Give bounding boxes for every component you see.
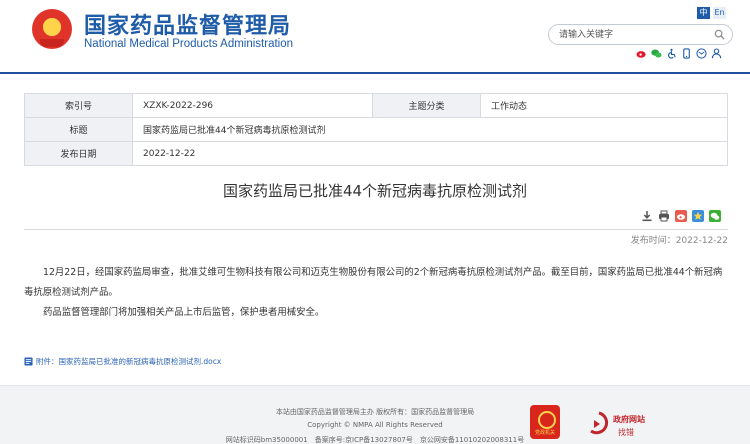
email-icon[interactable] (696, 48, 707, 59)
date-value: 2022-12-22 (132, 141, 728, 166)
site-header: 国家药品监督管理局 National Medical Products Admi… (0, 0, 750, 74)
article-divider (24, 229, 728, 230)
gov-find-label: 政府网站 (613, 415, 645, 424)
download-icon[interactable] (641, 210, 653, 222)
article-tools (641, 210, 721, 222)
wechat-icon[interactable] (651, 48, 662, 59)
index-label: 索引号 (24, 93, 133, 118)
weibo-share-icon[interactable] (675, 210, 687, 222)
wechat-share-icon[interactable] (709, 210, 721, 222)
lang-english-button[interactable]: En (713, 7, 726, 19)
category-label: 主题分类 (372, 93, 481, 118)
category-value: 工作动态 (480, 93, 728, 118)
party-badge-label: 党政机关 (534, 430, 555, 436)
site-title[interactable]: 国家药品监督管理局 (84, 8, 291, 40)
language-switch: 中 En (697, 7, 726, 19)
lang-chinese-button[interactable]: 中 (697, 7, 710, 19)
search-box (548, 24, 733, 45)
weibo-icon[interactable] (636, 48, 647, 59)
search-input[interactable] (559, 28, 709, 42)
accessibility-icon[interactable] (666, 48, 677, 59)
print-icon[interactable] (658, 210, 670, 222)
gov-find-error-icon (590, 411, 609, 435)
title-value: 国家药监局已批准44个新冠病毒抗原检测试剂 (132, 117, 728, 142)
index-value: XZXK-2022-296 (132, 93, 373, 118)
attachment-label[interactable]: 附件：国家药监局已批准的新冠病毒抗原检测试剂.docx (36, 356, 221, 367)
document-icon (24, 357, 33, 366)
find-error-label: 找错 (618, 428, 634, 437)
qzone-share-icon[interactable] (692, 210, 704, 222)
attachment-link[interactable]: 附件：国家药监局已批准的新冠病毒抗原检测试剂.docx (24, 356, 221, 367)
article-meta-table: 索引号 XZXK-2022-296 主题分类 工作动态 标题 国家药监局已批准4… (24, 93, 728, 166)
search-icon[interactable] (714, 29, 725, 40)
meta-row-date: 发布日期 2022-12-22 (24, 141, 728, 166)
publish-date: 发布时间：2022-12-22 (630, 236, 728, 246)
party-government-badge-icon[interactable]: 党政机关 (530, 405, 560, 439)
article-title: 国家药监局已批准44个新冠病毒抗原检测试剂 (222, 182, 528, 200)
gov-website-find-error-button[interactable]: 政府网站 找错 (588, 409, 660, 439)
national-emblem-icon (32, 9, 72, 49)
article-paragraph: 12月22日，经国家药监局审查，批准艾维可生物科技有限公司和迈克生物股份有限公司… (24, 267, 723, 298)
meta-row-title: 标题 国家药监局已批准44个新冠病毒抗原检测试剂 (24, 117, 728, 142)
mobile-icon[interactable] (681, 48, 692, 59)
meta-row-index: 索引号 XZXK-2022-296 主题分类 工作动态 (24, 93, 728, 118)
user-icon[interactable] (711, 48, 722, 59)
date-label: 发布日期 (24, 141, 133, 166)
article-paragraph: 药品监督管理部门将加强相关产品上市后监管，保护患者用械安全。 (43, 307, 325, 318)
article-body: 12月22日，经国家药监局审查，批准艾维可生物科技有限公司和迈克生物股份有限公司… (24, 263, 728, 323)
title-label: 标题 (24, 117, 133, 142)
site-title-english[interactable]: National Medical Products Administration (84, 38, 293, 50)
header-share-icons (636, 48, 722, 59)
